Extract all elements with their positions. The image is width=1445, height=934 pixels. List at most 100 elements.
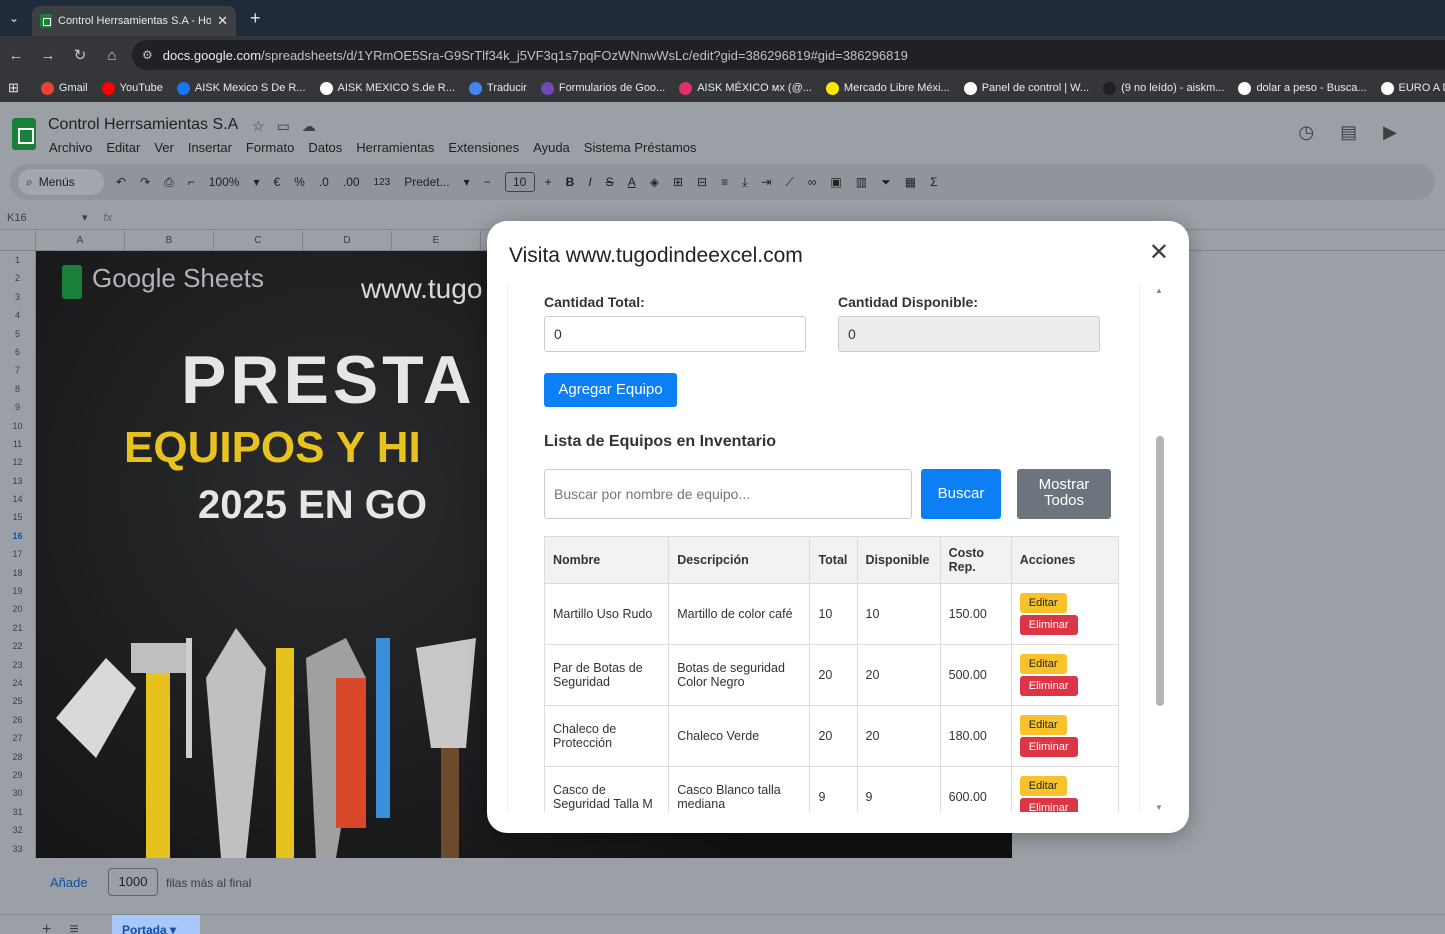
site-info-icon[interactable]: ⚙ (142, 48, 153, 62)
new-tab-icon[interactable]: + (250, 8, 261, 29)
font-select[interactable]: Predet... (404, 175, 449, 189)
font-size-field[interactable]: 10 (504, 172, 535, 192)
row-header[interactable]: 15 (0, 508, 35, 526)
sheet-tab-portada[interactable]: Portada ▾ (112, 915, 200, 934)
all-sheets-icon[interactable]: ≡ (69, 921, 96, 934)
edit-button[interactable]: Editar (1019, 715, 1067, 735)
reload-icon[interactable]: ↻ (64, 46, 96, 64)
menu-search[interactable]: ⌕ Menús (18, 169, 104, 195)
strikethrough-button[interactable]: S (606, 175, 614, 189)
row-header[interactable]: 32 (0, 821, 35, 839)
sheets-logo-icon[interactable] (12, 118, 36, 150)
insert-link-icon[interactable]: ∞ (808, 175, 817, 189)
zoom-chevron-icon[interactable]: ▾ (253, 175, 259, 189)
row-header[interactable]: 7 (0, 361, 35, 379)
menu-item[interactable]: Herramientas (356, 140, 434, 155)
bold-button[interactable]: B (566, 175, 575, 189)
bookmark-item[interactable]: EURO A DOLAR - B (1380, 81, 1445, 95)
row-header[interactable]: 19 (0, 582, 35, 600)
delete-button[interactable]: Eliminar (1019, 676, 1078, 696)
redo-icon[interactable]: ↷ (140, 175, 150, 189)
font-size-decrease-icon[interactable]: − (484, 175, 491, 189)
bookmark-item[interactable]: (9 no leído) - aiskm... (1103, 81, 1224, 95)
text-color-button[interactable]: A (628, 175, 636, 189)
delete-button[interactable]: Eliminar (1019, 798, 1078, 812)
row-header[interactable]: 14 (0, 490, 35, 508)
tab-search-icon[interactable]: ⌄ (2, 6, 26, 30)
increase-decimal-button[interactable]: .00 (343, 175, 360, 189)
back-icon[interactable]: ← (0, 47, 32, 64)
decrease-decimal-button[interactable]: .0 (319, 175, 329, 189)
row-header[interactable]: 27 (0, 729, 35, 747)
add-sheet-icon[interactable]: + (42, 921, 69, 934)
scroll-down-icon[interactable]: ▼ (1155, 803, 1163, 812)
row-header[interactable]: 16 (0, 527, 35, 545)
home-icon[interactable]: ⌂ (96, 47, 128, 64)
scroll-up-icon[interactable]: ▲ (1155, 286, 1163, 295)
menu-item[interactable]: Editar (106, 140, 140, 155)
borders-icon[interactable]: ⊞ (673, 175, 683, 189)
select-all-corner[interactable] (0, 231, 36, 250)
currency-button[interactable]: € (273, 175, 280, 189)
edit-button[interactable]: Editar (1019, 593, 1067, 613)
menu-item[interactable]: Formato (246, 140, 294, 155)
edit-button[interactable]: Editar (1019, 776, 1067, 796)
row-header[interactable]: 28 (0, 748, 35, 766)
row-header[interactable]: 11 (0, 435, 35, 453)
row-header[interactable]: 5 (0, 325, 35, 343)
percent-button[interactable]: % (294, 175, 305, 189)
functions-icon[interactable]: Σ (930, 175, 937, 189)
column-header[interactable]: A (36, 231, 125, 250)
row-header[interactable]: 29 (0, 766, 35, 784)
name-box-chevron-icon[interactable]: ▾ (82, 211, 88, 224)
bookmark-item[interactable]: Formularios de Goo... (540, 81, 665, 95)
column-header[interactable]: E (392, 231, 481, 250)
bookmark-item[interactable]: Panel de control | W... (963, 81, 1089, 95)
filter-icon[interactable]: ⏷ (881, 175, 891, 190)
font-size-increase-icon[interactable]: + (545, 175, 552, 189)
search-button[interactable]: Buscar (921, 469, 1001, 519)
row-header[interactable]: 2 (0, 269, 35, 287)
rows-count-input[interactable]: 1000 (108, 868, 158, 896)
cloud-status-icon[interactable]: ☁ (302, 118, 328, 134)
browser-tab[interactable]: Control Herrsamientas S.A - Ho ✕ (32, 6, 236, 36)
doc-title[interactable]: Control Herrsamientas S.A (48, 116, 238, 134)
align-horizontal-icon[interactable]: ≡ (721, 175, 728, 189)
bookmark-item[interactable]: AISK MÉXICO ᴍx (@... (679, 81, 812, 95)
column-header[interactable]: C (214, 231, 303, 250)
row-header[interactable]: 31 (0, 803, 35, 821)
row-header[interactable]: 8 (0, 380, 35, 398)
bookmark-item[interactable]: AISK Mexico S De R... (176, 81, 306, 95)
move-folder-icon[interactable]: ▭ (277, 118, 302, 134)
menu-item[interactable]: Ayuda (533, 140, 570, 155)
show-all-button[interactable]: Mostrar Todos (1017, 469, 1111, 519)
bookmark-item[interactable]: AISK MEXICO S.de R... (319, 81, 455, 95)
row-header[interactable]: 26 (0, 711, 35, 729)
menu-item[interactable]: Sistema Préstamos (584, 140, 697, 155)
bookmark-item[interactable]: dolar a peso - Busca... (1238, 81, 1367, 95)
comments-icon[interactable]: ▤ (1340, 122, 1383, 142)
search-input[interactable]: Buscar por nombre de equipo... (544, 469, 912, 519)
row-header[interactable]: 13 (0, 472, 35, 490)
menu-item[interactable]: Insertar (188, 140, 232, 155)
menu-item[interactable]: Ver (154, 140, 174, 155)
close-icon[interactable]: ✕ (1149, 241, 1169, 265)
edit-button[interactable]: Editar (1019, 654, 1067, 674)
fill-color-icon[interactable]: ◈ (650, 175, 659, 189)
total-quantity-input[interactable]: 0 (544, 316, 806, 352)
bookmark-item[interactable]: Gmail (40, 81, 88, 95)
insert-comment-icon[interactable]: ▣ (830, 175, 841, 189)
apps-grid-icon[interactable]: ⊞ (8, 80, 19, 96)
url-field[interactable]: ⚙ docs.google.com/spreadsheets/d/1YRmOE5… (132, 40, 1445, 70)
history-icon[interactable]: ◷ (1298, 122, 1340, 142)
row-header[interactable]: 23 (0, 656, 35, 674)
bookmark-item[interactable]: YouTube (101, 81, 163, 95)
paint-format-icon[interactable]: ⌐ (188, 175, 195, 189)
zoom-select[interactable]: 100% (209, 175, 240, 189)
row-header[interactable]: 17 (0, 545, 35, 563)
bookmark-item[interactable]: Traducir (468, 81, 527, 95)
undo-icon[interactable]: ↶ (116, 175, 126, 189)
bookmark-item[interactable]: Mercado Libre Méxi... (825, 81, 950, 95)
number-format-button[interactable]: 123 (374, 177, 391, 188)
row-header[interactable]: 22 (0, 637, 35, 655)
